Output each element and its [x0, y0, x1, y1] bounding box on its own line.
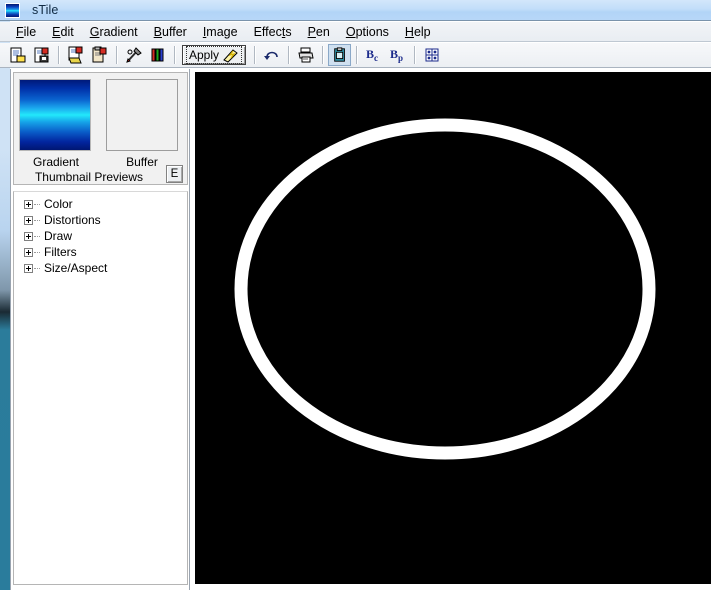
- tree-item-color[interactable]: Color: [14, 196, 187, 212]
- toolbar-separator: [288, 46, 291, 64]
- pen-tool-icon[interactable]: [122, 44, 145, 66]
- tree-item-label: Draw: [44, 229, 73, 243]
- tree-item-label: Color: [44, 197, 73, 211]
- buffer-paste-icon[interactable]: B p: [386, 44, 409, 66]
- open-gradient-icon[interactable]: [64, 44, 87, 66]
- toolbar-separator: [174, 46, 176, 64]
- edit-gradient-button[interactable]: E: [166, 165, 183, 183]
- svg-text:B: B: [366, 47, 374, 61]
- effects-tree[interactable]: Color Distortions Draw Filters Size/Aspe…: [13, 191, 188, 585]
- clipboard-copy-icon[interactable]: [328, 44, 352, 66]
- menu-gradient[interactable]: Gradient: [82, 24, 146, 40]
- menu-pen[interactable]: Pen: [300, 24, 338, 40]
- left-panel: Gradient Buffer Thumbnail Previews E Col…: [10, 69, 190, 590]
- menu-file[interactable]: File: [8, 24, 44, 40]
- svg-text:c: c: [374, 53, 378, 63]
- title-bar: sTile: [0, 0, 711, 21]
- toolbar-separator: [58, 46, 60, 64]
- menu-edit[interactable]: Edit: [44, 24, 82, 40]
- apply-button-label: Apply: [189, 48, 220, 62]
- tree-connector: [34, 235, 40, 237]
- undo-icon[interactable]: [260, 44, 283, 66]
- menu-options[interactable]: Options: [338, 24, 397, 40]
- thumbnail-previews-group: Gradient Buffer Thumbnail Previews E: [13, 72, 188, 185]
- tree-item-label: Distortions: [44, 213, 101, 227]
- canvas-background: [195, 72, 711, 584]
- tree-connector: [34, 203, 40, 205]
- image-canvas[interactable]: [195, 72, 711, 584]
- tree-item-draw[interactable]: Draw: [14, 228, 187, 244]
- gradient-swatch-icon: [5, 2, 20, 18]
- expand-plus-icon[interactable]: [24, 247, 33, 257]
- gradient-thumbnail[interactable]: [19, 79, 91, 151]
- canvas-area[interactable]: [191, 69, 711, 590]
- toolbar-separator: [322, 46, 325, 64]
- tree-item-label: Size/Aspect: [44, 261, 108, 275]
- buffer-copy-icon[interactable]: B c: [362, 44, 385, 66]
- canvas-bottom-gutter: [191, 584, 711, 590]
- menu-image[interactable]: Image: [195, 24, 246, 40]
- menu-bar: File Edit Gradient Buffer Image Effects …: [0, 22, 711, 42]
- application-window: sTile File Edit Gradient Buffer Image Ef…: [0, 0, 711, 590]
- menu-effects[interactable]: Effects: [246, 24, 300, 40]
- tree-item-filters[interactable]: Filters: [14, 244, 187, 260]
- tile-grid-icon[interactable]: [420, 44, 443, 66]
- paste-gradient-icon[interactable]: [88, 44, 111, 66]
- toolbar-separator: [414, 46, 417, 64]
- menu-help[interactable]: Help: [397, 24, 439, 40]
- toolbar-separator: [356, 46, 359, 64]
- tree-item-size-aspect[interactable]: Size/Aspect: [14, 260, 187, 276]
- thumbnail-previews-caption: Thumbnail Previews: [34, 170, 144, 184]
- apply-button[interactable]: Apply: [182, 45, 247, 65]
- buffer-thumbnail[interactable]: [106, 79, 178, 151]
- svg-text:p: p: [398, 53, 403, 63]
- expand-plus-icon[interactable]: [24, 215, 33, 225]
- tree-item-label: Filters: [44, 245, 77, 259]
- stile-window: sTile File Edit Gradient Buffer Image Ef…: [0, 0, 711, 590]
- save-document-icon[interactable]: [30, 44, 53, 66]
- tree-connector: [34, 251, 40, 253]
- gradient-thumbnail-label: Gradient: [32, 155, 80, 169]
- canvas-drawing: [195, 72, 711, 584]
- tree-connector: [34, 219, 40, 221]
- print-icon[interactable]: [294, 44, 317, 66]
- toolbar-separator: [116, 46, 118, 64]
- window-title: sTile: [32, 3, 59, 17]
- new-document-icon[interactable]: [6, 44, 29, 66]
- expand-plus-icon[interactable]: [24, 199, 33, 209]
- menu-buffer[interactable]: Buffer: [146, 24, 195, 40]
- toolbar-separator: [254, 46, 257, 64]
- tree-connector: [34, 267, 40, 269]
- tree-item-distortions[interactable]: Distortions: [14, 212, 187, 228]
- expand-plus-icon[interactable]: [24, 263, 33, 273]
- svg-text:B: B: [390, 47, 398, 61]
- rgb-channels-icon[interactable]: [146, 44, 169, 66]
- apply-button-focus-ring: Apply: [186, 46, 243, 64]
- expand-plus-icon[interactable]: [24, 231, 33, 241]
- magic-wand-icon: [223, 48, 238, 63]
- toolbar: Apply B c B p: [0, 43, 711, 68]
